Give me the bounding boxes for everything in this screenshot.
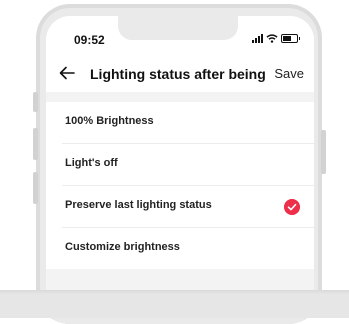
options-list: 100% Brightness Light's off Preserve las… xyxy=(46,102,314,269)
notch xyxy=(118,16,238,40)
save-button[interactable]: Save xyxy=(274,66,304,81)
status-icons xyxy=(252,34,300,43)
battery-fill xyxy=(283,36,291,41)
option-full-brightness[interactable]: 100% Brightness xyxy=(62,102,314,144)
bottom-shadow xyxy=(0,290,349,294)
header-bar: Lighting status after being po... Save xyxy=(46,56,314,92)
option-preserve-last-status[interactable]: Preserve last lighting status xyxy=(62,186,314,228)
option-label: 100% Brightness xyxy=(65,115,154,127)
page-title: Lighting status after being po... xyxy=(90,66,270,82)
phone-screen: 09:52 Lighting status after being po... … xyxy=(46,16,314,306)
volume-up-button xyxy=(33,128,38,160)
option-label: Preserve last lighting status xyxy=(65,199,212,211)
bottom-panel xyxy=(0,290,349,318)
status-bar: 09:52 xyxy=(46,16,314,56)
signal-bars-icon xyxy=(252,34,263,43)
status-time: 09:52 xyxy=(74,33,105,47)
side-button xyxy=(33,92,38,112)
option-light-off[interactable]: Light's off xyxy=(62,144,314,186)
option-label: Customize brightness xyxy=(65,241,180,253)
battery-icon xyxy=(281,34,300,43)
power-button xyxy=(321,130,326,174)
volume-down-button xyxy=(33,172,38,204)
selected-check-icon xyxy=(284,199,300,215)
option-label: Light's off xyxy=(65,157,118,169)
back-arrow-icon[interactable] xyxy=(58,64,76,82)
wifi-icon xyxy=(266,34,278,43)
option-customize-brightness[interactable]: Customize brightness xyxy=(62,228,314,269)
